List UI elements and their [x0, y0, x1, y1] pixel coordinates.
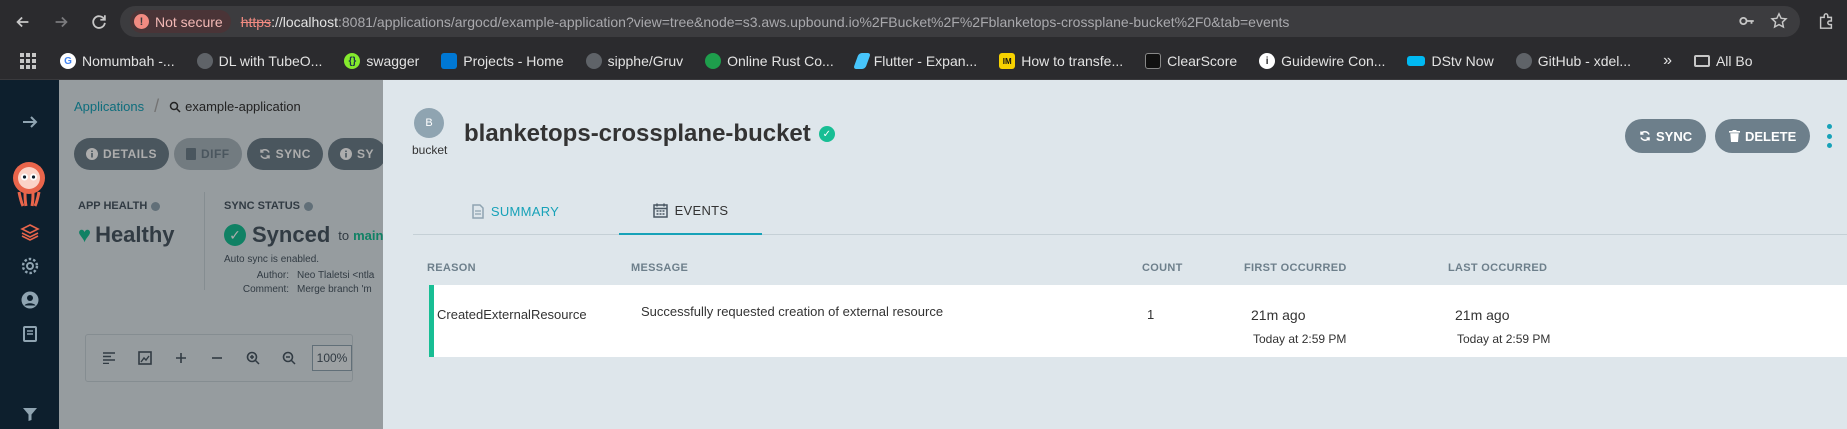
apps-grid-icon[interactable] [20, 53, 36, 69]
event-last-absolute: Today at 2:59 PM [1457, 332, 1551, 346]
bookmark-item[interactable]: DStv Now [1407, 53, 1494, 69]
healthy-check-icon: ✓ [818, 126, 835, 142]
argocd-app: Applications / example-application DETAI… [0, 80, 1847, 429]
event-first-relative: 21m ago [1251, 307, 1306, 323]
expand-nav-icon[interactable] [18, 110, 42, 134]
rust-playground-icon [705, 53, 722, 69]
browser-toolbar: ! Not secure https://localhost:8081/appl… [0, 0, 1847, 43]
argo-logo-icon [13, 162, 45, 207]
column-reason: REASON [427, 262, 476, 274]
bookmark-item[interactable]: {} swagger [344, 53, 419, 69]
security-chip[interactable]: ! Not secure [130, 10, 231, 33]
applications-layers-icon[interactable] [18, 220, 42, 244]
bookmark-item[interactable]: G Nomumbah -... [60, 53, 175, 69]
resource-kind-avatar: B [414, 108, 444, 138]
resource-tabs: SUMMARY EVENTS [413, 188, 1847, 235]
resource-delete-button[interactable]: DELETE [1715, 119, 1811, 153]
arrow-right-icon [55, 16, 68, 27]
swagger-icon: {} [344, 53, 361, 69]
github-icon [585, 53, 602, 69]
bookmark-item[interactable]: i Guidewire Con... [1259, 53, 1385, 69]
docs-book-icon[interactable] [18, 322, 42, 346]
password-key-icon[interactable] [1738, 12, 1756, 30]
resource-kind-label: bucket [412, 143, 448, 157]
globe-icon [196, 53, 213, 69]
google-icon: G [60, 53, 76, 69]
panel-backdrop[interactable] [59, 80, 383, 429]
tab-events[interactable]: EVENTS [619, 188, 762, 235]
bookmark-item[interactable]: Flutter - Expan... [852, 53, 977, 69]
forward-button[interactable] [46, 7, 76, 37]
security-label: Not secure [155, 13, 223, 30]
trash-icon [1729, 130, 1740, 142]
arrow-left-icon [16, 16, 29, 27]
info-icon: i [1259, 53, 1276, 69]
bookmark-item[interactable]: IM How to transfe... [999, 53, 1123, 69]
address-bar[interactable]: ! Not secure https://localhost:8081/appl… [120, 6, 1800, 37]
dstv-icon [1407, 56, 1426, 66]
left-nav [0, 80, 59, 429]
reload-button[interactable] [84, 7, 114, 37]
column-count: COUNT [1142, 262, 1183, 274]
bookmarks-bar: G Nomumbah -... DL with TubeO... {} swagge… [0, 43, 1847, 80]
extensions-icon[interactable] [1817, 12, 1835, 33]
clearscore-icon [1145, 53, 1162, 69]
calendar-icon [652, 203, 668, 218]
bookmark-item[interactable]: Online Rust Co... [705, 53, 834, 69]
bookmark-item[interactable]: DL with TubeO... [196, 53, 322, 69]
all-bookmarks-button[interactable]: All Bo [1693, 53, 1753, 69]
back-button[interactable] [8, 7, 38, 37]
event-message: Successfully requested creation of exter… [641, 304, 944, 319]
github-icon [1515, 53, 1532, 69]
event-reason: CreatedExternalResource [437, 307, 587, 322]
bookmark-item[interactable]: sipphe/Gruv [585, 53, 683, 69]
url-host: ://localhost [271, 13, 338, 30]
bookmark-star-icon[interactable] [1770, 12, 1788, 30]
folder-icon [1693, 55, 1710, 67]
bookmark-item[interactable]: ClearScore [1145, 53, 1237, 69]
event-count: 1 [1147, 307, 1155, 322]
column-last-occurred: LAST OCCURRED [1448, 262, 1548, 274]
flutter-icon [852, 53, 871, 69]
column-first-occurred: FIRST OCCURRED [1244, 262, 1347, 274]
settings-gear-icon[interactable] [18, 254, 42, 278]
resource-title: blanketops-crossplane-bucket ✓ [464, 120, 835, 148]
resource-details-panel: B bucket blanketops-crossplane-bucket ✓ … [383, 80, 1847, 429]
resource-sync-button[interactable]: SYNC [1625, 119, 1707, 153]
reload-icon [92, 14, 106, 29]
event-row: CreatedExternalResource Successfully req… [429, 285, 1847, 357]
more-bookmarks-button[interactable]: » [1663, 52, 1672, 70]
url-text[interactable]: https://localhost:8081/applications/argo… [241, 14, 1290, 30]
event-last-relative: 21m ago [1455, 307, 1510, 323]
event-first-absolute: Today at 2:59 PM [1253, 332, 1347, 346]
filter-icon[interactable] [18, 402, 42, 426]
file-text-icon [472, 204, 484, 219]
sync-icon [1639, 130, 1651, 142]
tab-summary[interactable]: SUMMARY [413, 188, 618, 235]
more-options-icon[interactable] [1825, 124, 1833, 148]
column-message: MESSAGE [631, 262, 689, 274]
bookmark-item[interactable]: Projects - Home [441, 53, 564, 69]
url-path: :8081/applications/argocd/example-applic… [338, 13, 1290, 30]
url-scheme: https [240, 13, 272, 30]
im-icon: IM [999, 53, 1016, 69]
warning-icon: ! [134, 14, 149, 29]
bookmark-item[interactable]: GitHub - xdel... [1515, 53, 1631, 69]
user-icon[interactable] [18, 288, 42, 312]
azure-devops-icon [441, 53, 458, 69]
